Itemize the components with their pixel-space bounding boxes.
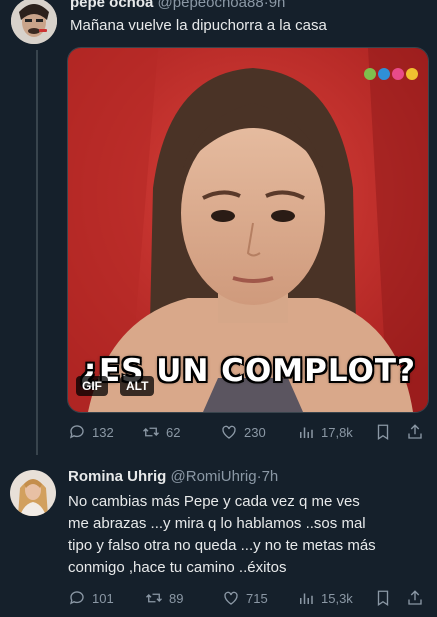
tweet1-time[interactable]: 9h	[269, 0, 286, 11]
retweet-icon	[146, 593, 162, 603]
heart-icon	[222, 425, 236, 439]
like-button[interactable]: 230	[220, 423, 266, 441]
share-icon	[408, 424, 422, 439]
reply-icon	[69, 591, 84, 605]
tweet2-time[interactable]: 7h	[262, 468, 279, 485]
tweet1-author-name[interactable]: pepe ochoa	[70, 0, 153, 11]
like-button[interactable]: 715	[222, 589, 268, 607]
share-icon	[408, 590, 422, 605]
avatar-pepe-image	[11, 0, 57, 44]
retweet-button[interactable]: 89	[145, 589, 183, 607]
tweet1-handle[interactable]: @pepeochoa88	[158, 0, 264, 11]
tweet1-text: Mañana vuelve la dipuchorra a la casa	[70, 17, 327, 34]
avatar-romina-image	[10, 470, 56, 516]
tweet1-media-gif[interactable]: ¿ES UN COMPLOT? GIF ALT	[67, 47, 429, 413]
tweet2-line: tipo y falso otra no queda ...y no te me…	[68, 537, 376, 554]
gif-badge: GIF	[76, 376, 108, 396]
heart-icon	[224, 591, 238, 605]
tweet2-author-name[interactable]: Romina Uhrig	[68, 468, 166, 485]
reply-count: 101	[92, 590, 114, 606]
retweet-icon	[143, 427, 159, 437]
retweet-button[interactable]: 62	[142, 423, 180, 441]
bookmark-icon	[377, 590, 389, 607]
bookmark-button[interactable]	[374, 589, 392, 607]
avatar-romina[interactable]	[10, 470, 56, 516]
bookmark-icon	[377, 424, 389, 441]
tweet2-line: me abrazas ...y mira q lo hablamos ..sos…	[68, 515, 366, 532]
reply-button[interactable]: 101	[68, 589, 114, 607]
tweet2-handle[interactable]: @RomiUhrig	[171, 468, 257, 485]
reply-count: 132	[92, 424, 114, 440]
alt-badge[interactable]: ALT	[120, 376, 155, 396]
views-button[interactable]: 17,8k	[297, 423, 353, 441]
tweet1-header: pepe ochoa @pepeochoa88·9h	[70, 0, 285, 11]
share-button[interactable]	[406, 589, 424, 607]
avatar-pepe[interactable]	[11, 0, 57, 44]
like-count: 715	[246, 590, 268, 606]
views-button[interactable]: 15,3k	[297, 589, 353, 607]
views-chart-icon	[300, 427, 313, 438]
like-count: 230	[244, 424, 266, 440]
tweet2-line: No cambias más Pepe y cada vez q me ves	[68, 493, 360, 510]
retweet-count: 89	[169, 590, 184, 606]
reply-icon	[69, 425, 84, 439]
bookmark-button[interactable]	[374, 423, 392, 441]
tweet2-line: conmigo ,hace tu camino ..éxitos	[68, 559, 287, 576]
share-button[interactable]	[406, 423, 424, 441]
retweet-count: 62	[166, 424, 181, 440]
views-chart-icon	[300, 593, 313, 604]
reply-button[interactable]: 132	[68, 423, 114, 441]
thread-line	[36, 50, 38, 455]
views-count: 15,3k	[321, 590, 353, 606]
tweet2-header: Romina Uhrig @RomiUhrig·7h	[68, 468, 278, 485]
tweet2-text: No cambias más Pepe y cada vez q me ves …	[68, 491, 376, 579]
views-count: 17,8k	[321, 424, 353, 440]
